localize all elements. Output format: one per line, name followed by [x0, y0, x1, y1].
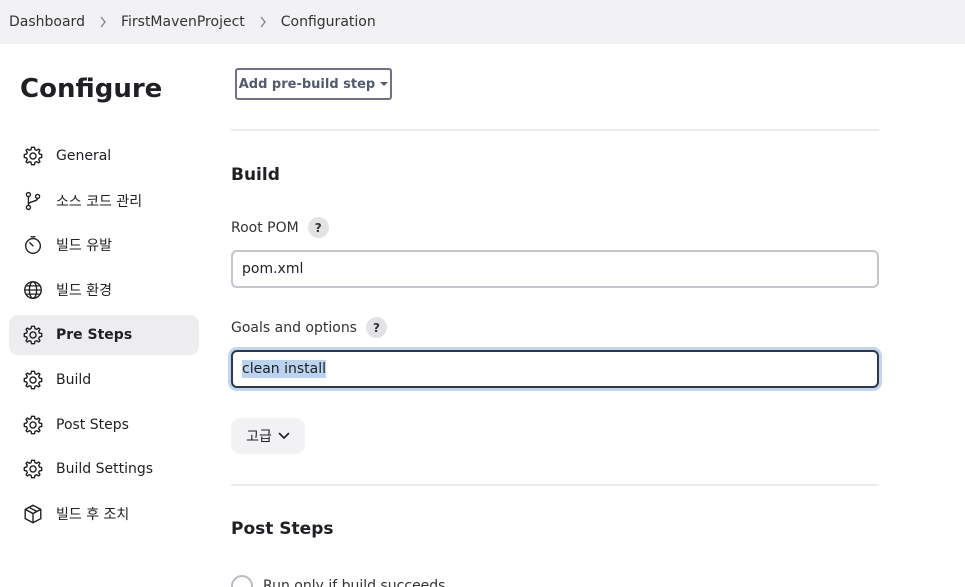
- caret-down-icon: [380, 82, 389, 86]
- root-pom-label: Root POM ?: [231, 217, 329, 238]
- help-icon[interactable]: ?: [365, 317, 387, 338]
- chevron-right-icon: [99, 16, 107, 28]
- sidebar-item-general[interactable]: General: [9, 136, 199, 176]
- sidebar-item-build-settings[interactable]: Build Settings: [9, 449, 199, 489]
- sidebar-item-pre-steps[interactable]: Pre Steps: [9, 315, 199, 355]
- post-steps-section-title: Post Steps: [231, 519, 334, 539]
- timer-icon: [21, 233, 45, 257]
- breadcrumb-dashboard[interactable]: Dashboard: [9, 14, 85, 30]
- gear-icon: [21, 457, 45, 481]
- run-only-if-succeeds-radio[interactable]: [231, 575, 253, 587]
- build-section-title: Build: [231, 165, 280, 185]
- advanced-label: 고급: [246, 429, 272, 445]
- breadcrumb: Dashboard FirstMavenProject Configuratio…: [0, 0, 965, 44]
- sidebar-item-label: Pre Steps: [56, 327, 133, 343]
- breadcrumb-project[interactable]: FirstMavenProject: [121, 14, 245, 30]
- breadcrumb-configuration[interactable]: Configuration: [281, 14, 376, 30]
- add-pre-build-step-button[interactable]: Add pre-build step: [235, 68, 392, 100]
- sidebar-item-label: General: [56, 148, 112, 164]
- sidebar-item-label: 빌드 후 조치: [56, 507, 130, 523]
- sidebar-item-label: 소스 코드 관리: [56, 194, 143, 210]
- sidebar-item-build-environment[interactable]: 빌드 환경: [9, 270, 199, 310]
- goals-options-value: clean install: [242, 360, 327, 378]
- goals-options-input[interactable]: clean install: [231, 350, 879, 388]
- package-icon: [21, 502, 45, 526]
- root-pom-label-text: Root POM: [231, 219, 299, 236]
- root-pom-value: pom.xml: [242, 261, 304, 277]
- goals-options-label: Goals and options ?: [231, 317, 387, 338]
- sidebar-item-label: 빌드 환경: [56, 283, 112, 299]
- section-divider: [231, 484, 879, 486]
- gear-icon: [21, 368, 45, 392]
- run-only-if-succeeds-label: Run only if build succeeds: [263, 578, 446, 587]
- advanced-button[interactable]: 고급: [231, 418, 305, 454]
- gear-icon: [21, 144, 45, 168]
- sidebar-item-post-steps[interactable]: Post Steps: [9, 405, 199, 445]
- sidebar-item-label: 빌드 유발: [56, 238, 112, 254]
- goals-options-label-text: Goals and options: [231, 319, 357, 336]
- sidebar-item-label: Build Settings: [56, 461, 154, 477]
- sidebar-item-build-triggers[interactable]: 빌드 유발: [9, 225, 199, 265]
- gear-icon: [21, 413, 45, 437]
- globe-icon: [21, 278, 45, 302]
- sidebar-item-build[interactable]: Build: [9, 360, 199, 400]
- chevron-down-icon: [278, 432, 290, 439]
- branch-icon: [21, 189, 45, 213]
- add-pre-build-step-label: Add pre-build step: [238, 76, 376, 92]
- root-pom-input[interactable]: pom.xml: [231, 250, 879, 288]
- section-divider: [231, 129, 879, 131]
- sidebar-item-post-build-actions[interactable]: 빌드 후 조치: [9, 494, 199, 534]
- sidebar-item-source-code[interactable]: 소스 코드 관리: [9, 181, 199, 221]
- run-only-if-succeeds-option[interactable]: Run only if build succeeds: [231, 575, 445, 587]
- gear-icon: [21, 323, 45, 347]
- sidebar-item-label: Post Steps: [56, 417, 129, 433]
- page-title: Configure: [20, 74, 163, 104]
- sidebar-item-label: Build: [56, 372, 92, 388]
- chevron-right-icon: [259, 16, 267, 28]
- help-icon[interactable]: ?: [307, 217, 329, 238]
